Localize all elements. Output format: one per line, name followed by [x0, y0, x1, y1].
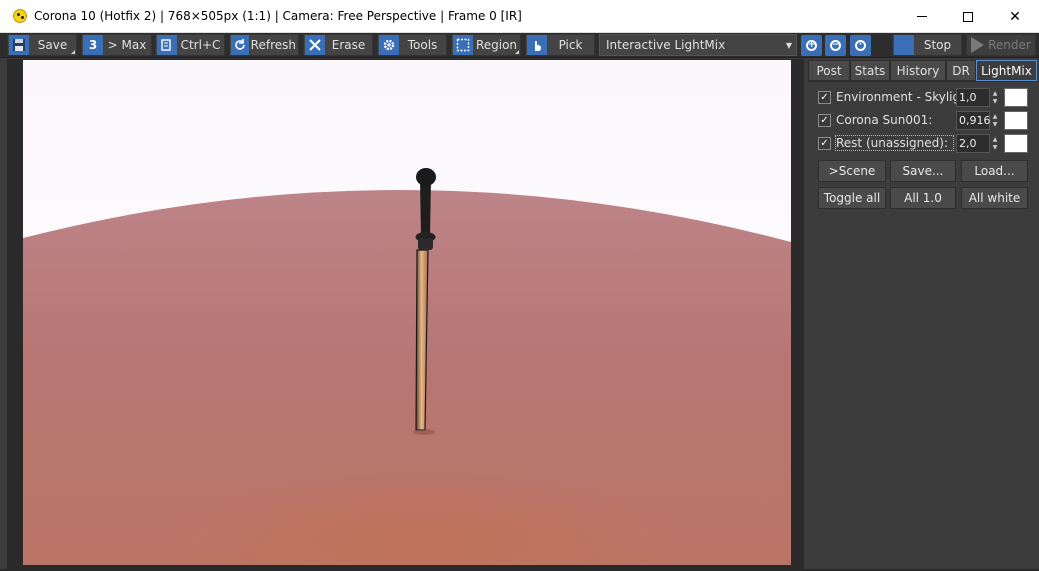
lightmix-checkbox[interactable]: ✓ [818, 137, 831, 150]
tab-dr[interactable]: DR [946, 60, 976, 81]
lightmix-name: Rest (unassigned): [835, 135, 954, 151]
zoom-fit-icon: · [855, 40, 866, 51]
title-bar: Corona 10 (Hotfix 2) | 768×505px (1:1) |… [0, 0, 1039, 33]
refresh-icon [231, 35, 249, 55]
region-select-icon [453, 35, 473, 55]
tab-history[interactable]: History [890, 60, 946, 81]
hand-pointer-icon [527, 35, 547, 55]
stop-icon [894, 35, 914, 55]
pole-joint [418, 238, 433, 250]
render-button[interactable]: Render [966, 34, 1036, 56]
max-logo-icon: 3 [83, 35, 103, 55]
all-white-button[interactable]: All white [961, 187, 1028, 209]
viewport-area [7, 59, 804, 569]
pole-shadow [413, 429, 435, 435]
copy-icon [157, 35, 177, 55]
lightmix-checkbox[interactable]: ✓ [818, 114, 831, 127]
toggle-all-button[interactable]: Toggle all [818, 187, 886, 209]
refresh-label: Refresh [250, 38, 296, 52]
spinner-arrows-icon[interactable]: ▲ ▼ [990, 88, 1000, 107]
panel-tabs: Post Stats History DR LightMix [808, 60, 1039, 81]
lightmix-color-swatch[interactable] [1004, 88, 1028, 107]
to-max-label: > Max [107, 38, 147, 52]
lightmix-color-swatch[interactable] [1004, 111, 1028, 130]
region-label: Region [475, 38, 518, 52]
side-panel: Post Stats History DR LightMix ✓ Environ… [808, 59, 1039, 569]
tab-post[interactable]: Post [808, 60, 850, 81]
pole-upper-dark [420, 180, 431, 236]
pole-cap [416, 168, 436, 186]
maximize-button[interactable] [945, 0, 991, 33]
display-mode-select[interactable]: Interactive LightMix ▼ [599, 34, 797, 56]
options-corner-icon [515, 50, 519, 54]
light-pool [23, 360, 791, 565]
zoom-out-button[interactable]: − [825, 35, 846, 56]
tab-stats[interactable]: Stats [850, 60, 890, 81]
to-max-button[interactable]: 3 > Max [81, 34, 152, 56]
window-title: Corona 10 (Hotfix 2) | 768×505px (1:1) |… [34, 9, 522, 23]
lightmix-checkbox[interactable]: ✓ [818, 91, 831, 104]
pick-label: Pick [558, 38, 583, 52]
tools-label: Tools [407, 38, 438, 52]
erase-x-icon [305, 35, 325, 55]
tab-lightmix[interactable]: LightMix [976, 60, 1037, 81]
maximize-icon [963, 11, 973, 22]
pick-button[interactable]: Pick [525, 34, 595, 56]
corona-app-icon [13, 9, 27, 23]
tools-button[interactable]: Tools [377, 34, 447, 56]
vfb-window: Save 3 > Max Ctrl+C Refresh Erase Tools … [0, 33, 1039, 571]
toolbar: Save 3 > Max Ctrl+C Refresh Erase Tools … [0, 33, 1039, 58]
erase-label: Erase [331, 38, 366, 52]
spinner-arrows-icon[interactable]: ▲ ▼ [990, 134, 1000, 153]
erase-button[interactable]: Erase [303, 34, 373, 56]
copy-label: Ctrl+C [180, 38, 221, 52]
lightmix-name: Environment - Skylight [836, 90, 956, 104]
tab-divider [808, 81, 1039, 82]
stop-label: Stop [923, 38, 952, 52]
stop-button[interactable]: Stop [892, 34, 962, 56]
render-viewport[interactable] [23, 60, 791, 565]
rendered-image [23, 60, 791, 565]
lightmix-row: ✓ Environment - Skylight 1,0 ▲▼ [818, 87, 1036, 108]
gear-icon [379, 35, 399, 55]
lightmix-color-swatch[interactable] [1004, 134, 1028, 153]
all-one-button[interactable]: All 1.0 [890, 187, 956, 209]
lightmix-name: Corona Sun001: [836, 113, 933, 127]
lightmix-intensity-input[interactable]: 2,0 [956, 134, 990, 153]
lightmix-intensity-input[interactable]: 0,916 [956, 111, 991, 130]
zoom-out-icon: − [830, 40, 841, 51]
lightmix-row: ✓ Corona Sun001: 0,916 ▲ ▼ [818, 110, 1036, 131]
zoom-fit-button[interactable]: · [850, 35, 871, 56]
spinner-arrows-icon[interactable]: ▲ ▼ [990, 111, 1000, 130]
save-button[interactable]: Save [7, 34, 77, 56]
close-button[interactable]: ✕ [992, 0, 1038, 33]
region-button[interactable]: Region [451, 34, 521, 56]
save-label: Save [37, 38, 68, 52]
minimize-icon [917, 16, 927, 17]
to-scene-button[interactable]: >Scene [818, 160, 886, 182]
minimize-button[interactable] [899, 0, 945, 33]
refresh-button[interactable]: Refresh [229, 34, 299, 56]
play-icon [971, 37, 984, 53]
display-mode-value: Interactive LightMix [606, 38, 726, 52]
lightmix-intensity-input[interactable]: 1,0 [956, 88, 990, 107]
lightmix-row: ✓ Rest (unassigned): 2,0 ▲ ▼ [818, 133, 1036, 154]
copy-button[interactable]: Ctrl+C [155, 34, 225, 56]
zoom-in-icon: + [806, 40, 817, 51]
close-icon: ✕ [1009, 8, 1021, 25]
render-label: Render [988, 38, 1031, 52]
chevron-down-icon: ▼ [785, 40, 793, 50]
load-lightmix-button[interactable]: Load... [961, 160, 1028, 182]
zoom-in-button[interactable]: + [801, 35, 822, 56]
floppy-disk-icon [9, 35, 29, 55]
save-lightmix-button[interactable]: Save... [890, 160, 956, 182]
options-corner-icon [71, 50, 75, 54]
